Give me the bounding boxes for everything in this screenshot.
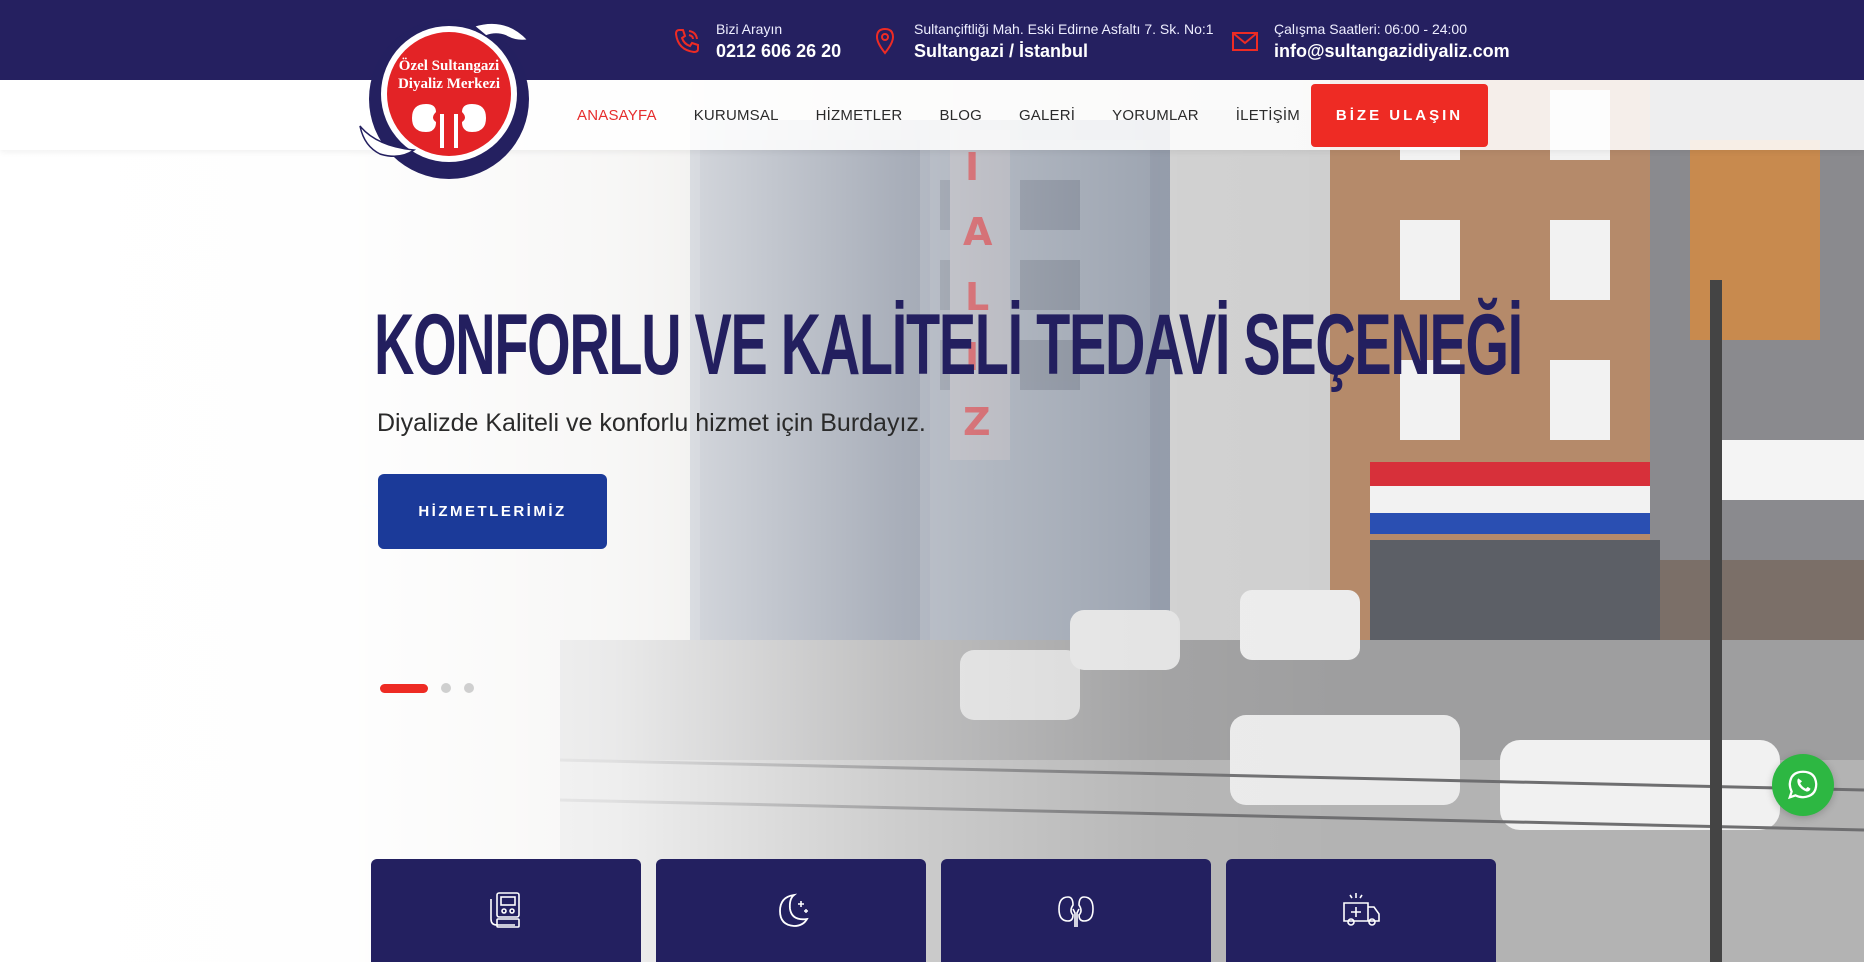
address-label: Sultançiftliği Mah. Eski Edirne Asfaltı …	[914, 21, 1214, 37]
working-hours: Çalışma Saatleri: 06:00 - 24:00	[1274, 21, 1467, 37]
phone-label: Bizi Arayın	[716, 21, 783, 37]
nav-item-anasayfa[interactable]: ANASAYFA	[577, 107, 657, 124]
phone-icon	[674, 29, 699, 54]
slide-dot-1[interactable]	[380, 683, 428, 693]
service-cards	[371, 859, 1496, 962]
nav-item-galeri[interactable]: GALERİ	[1019, 107, 1075, 124]
nav-item-kurumsal[interactable]: KURUMSAL	[694, 107, 779, 124]
phone-number[interactable]: 0212 606 26 20	[716, 40, 841, 62]
logo-line2: Diyaliz Merkezi	[398, 76, 500, 92]
service-card-kidney[interactable]	[941, 859, 1211, 962]
nav-item-hizmetler[interactable]: HİZMETLER	[816, 107, 903, 124]
site-logo[interactable]: Özel Sultangazi Diyaliz Merkezi	[356, 14, 542, 180]
slide-dot-3[interactable]	[464, 683, 474, 693]
whatsapp-button[interactable]	[1772, 754, 1834, 816]
email-address[interactable]: info@sultangazidiyaliz.com	[1274, 40, 1510, 62]
nav-menu: ANASAYFA KURUMSAL HİZMETLER BLOG GALERİ …	[577, 80, 1337, 150]
whatsapp-icon	[1787, 770, 1818, 800]
service-card-dialysis[interactable]	[371, 859, 641, 962]
slide-dot-2[interactable]	[441, 683, 451, 693]
kidneys-icon	[1058, 896, 1094, 927]
phone-info[interactable]: Bizi Arayın 0212 606 26 20	[672, 20, 841, 62]
slider-pagination	[380, 683, 474, 693]
address-city: Sultangazi / İstanbul	[914, 41, 1089, 61]
nav-item-yorumlar[interactable]: YORUMLAR	[1112, 107, 1199, 124]
location-pin-icon	[875, 27, 895, 55]
ambulance-icon	[1343, 893, 1380, 926]
contact-us-button[interactable]: BİZE ULAŞIN	[1311, 84, 1488, 147]
top-info-bar: Bizi Arayın 0212 606 26 20 Sultançiftliğ…	[0, 0, 1864, 80]
hero-subtitle: Diyalizde Kaliteli ve konforlu hizmet iç…	[377, 409, 926, 437]
logo-line1: Özel Sultangazi	[399, 57, 499, 74]
our-services-button[interactable]: HİZMETLERİMİZ	[378, 474, 607, 549]
moon-icon	[779, 893, 809, 927]
hero-title: KONFORLU VE KALİTELİ TEDAVİ SEÇENEĞİ	[374, 297, 1523, 393]
nav-item-blog[interactable]: BLOG	[939, 107, 981, 124]
main-navbar: ANASAYFA KURUMSAL HİZMETLER BLOG GALERİ …	[0, 80, 1864, 150]
address-info: Sultançiftliği Mah. Eski Edirne Asfaltı …	[870, 20, 1214, 62]
service-card-night[interactable]	[656, 859, 926, 962]
hours-email-info[interactable]: Çalışma Saatleri: 06:00 - 24:00 info@sul…	[1230, 20, 1510, 62]
mail-icon	[1232, 32, 1258, 51]
service-card-ambulance[interactable]	[1226, 859, 1496, 962]
nav-item-iletisim[interactable]: İLETİŞİM	[1236, 107, 1300, 124]
dialysis-machine-icon	[490, 892, 520, 928]
